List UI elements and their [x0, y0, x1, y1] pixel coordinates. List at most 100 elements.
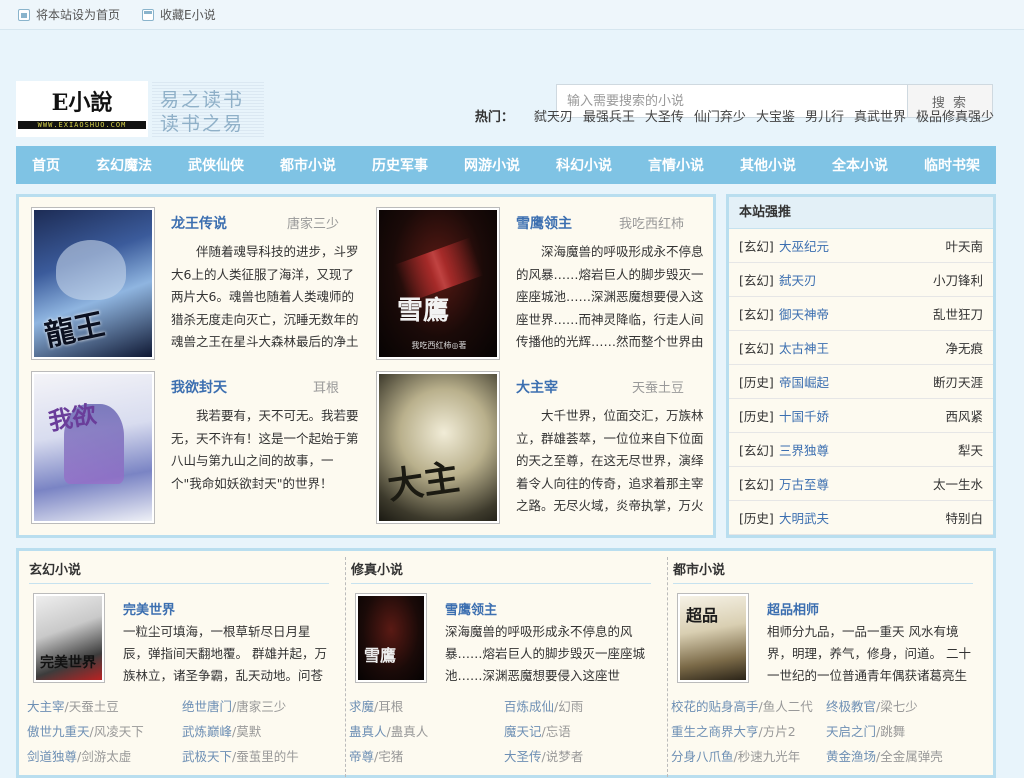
category-link-author: /幻雨 [554, 699, 584, 714]
top-bar: 将本站设为首页 收藏E小说 [0, 0, 1024, 30]
hot-item[interactable]: 弑天刃 [534, 106, 573, 125]
recommend-author: 叶天南 [945, 239, 983, 254]
recommend-category: [历史] [739, 375, 774, 390]
category-link-book[interactable]: 求魔 [349, 699, 374, 714]
site-logo[interactable]: E小說 WWW.EXIAOSHUO.COM 易之读书 读书之易 [16, 80, 264, 138]
featured-title[interactable]: 龙王传说 [171, 213, 227, 233]
category-link-author: /唐家三少 [232, 699, 287, 714]
hot-item[interactable]: 仙门弃少 [694, 106, 746, 125]
recommend-book[interactable]: 御天神帝 [779, 304, 933, 323]
category-link-author: /耳根 [374, 699, 404, 714]
recommend-book[interactable]: 太古神王 [779, 338, 945, 357]
set-home-link[interactable]: 将本站设为首页 [18, 6, 120, 23]
book-cover[interactable]: 雪鷹 我吃西红柿◎著 [376, 207, 500, 360]
category-link-author: /说梦者 [541, 749, 584, 764]
nav-other[interactable]: 其他小说 [740, 155, 796, 175]
category-link-book[interactable]: 重生之商界大亨 [671, 724, 759, 739]
nav-wangyou[interactable]: 网游小说 [464, 155, 520, 175]
category-link-book[interactable]: 傲世九重天 [27, 724, 90, 739]
nav-xuanhuan[interactable]: 玄幻魔法 [96, 155, 152, 175]
recommend-author: 西风紧 [945, 409, 983, 424]
recommend-book[interactable]: 十国千娇 [779, 406, 945, 425]
featured-title[interactable]: 我欲封天 [171, 377, 227, 397]
nav-home[interactable]: 首页 [32, 155, 60, 175]
category-link-author: /跳舞 [876, 724, 906, 739]
category-links: 大主宰/天蚕土豆 绝世唐门/唐家三少 傲世九重天/风凌天下 武炼巅峰/莫默 剑道独尊… [27, 693, 337, 768]
recommend-row: [历史] 大明武夫 特别白 [729, 501, 993, 535]
book-cover[interactable]: 大主 [376, 371, 500, 524]
nav-wuxia[interactable]: 武侠仙侠 [188, 155, 244, 175]
category-link-author: /梁七少 [876, 699, 918, 714]
category-column: 玄幻小说 完美世界 完美世界 一粒尘可填海，一根草斩尽日月星辰，弹指间天翻地覆。… [19, 551, 339, 777]
category-link-book[interactable]: 魔天记 [504, 724, 542, 739]
hot-item[interactable]: 极品修真强少 [916, 106, 994, 125]
category-link-author: /剑游太虚 [77, 749, 132, 764]
recommend-book[interactable]: 万古至尊 [779, 474, 933, 493]
category-link-book[interactable]: 天启之门 [826, 724, 876, 739]
featured-author: 我吃西红柿 [618, 217, 684, 232]
category-feature-desc: 一粒尘可填海，一根草斩尽日月星辰，弹指间天翻地覆。 群雄并起，万族林立，诸圣争霸… [123, 624, 327, 683]
recommend-book[interactable]: 大明武夫 [779, 508, 945, 527]
category-link-book[interactable]: 帝尊 [349, 749, 374, 764]
category-link-author: /宅猪 [374, 749, 404, 764]
recommend-author: 太一生水 [932, 477, 983, 492]
category-link-book[interactable]: 校花的贴身高手 [671, 699, 759, 714]
nav-dushi[interactable]: 都市小说 [280, 155, 336, 175]
category-feature-title[interactable]: 完美世界 [123, 599, 175, 618]
category-cover[interactable]: 雪鷹 [355, 593, 427, 683]
hot-item[interactable]: 大宝鉴 [756, 106, 795, 125]
featured-desc: 大千世界，位面交汇，万族林立，群雄荟萃，一位位来自下位面的天之至尊，在这无尽世界… [516, 408, 704, 513]
hot-item[interactable]: 男儿行 [805, 106, 844, 125]
category-link-book[interactable]: 分身八爪鱼 [671, 749, 734, 764]
recommend-author: 小刀锋利 [932, 273, 983, 288]
category-link-book[interactable]: 百炼成仙 [504, 699, 554, 714]
recommend-book[interactable]: 大巫纪元 [779, 236, 945, 255]
hot-item[interactable]: 大圣传 [645, 106, 684, 125]
category-cover[interactable]: 完美世界 [33, 593, 105, 683]
category-link-book[interactable]: 绝世唐门 [182, 699, 232, 714]
nav-yanqing[interactable]: 言情小说 [648, 155, 704, 175]
recommend-row: [玄幻] 太古神王 净无痕 [729, 331, 993, 365]
category-link-author: /蛊真人 [386, 724, 429, 739]
recommend-book[interactable]: 三界独尊 [779, 440, 958, 459]
category-feature-title[interactable]: 雪鹰领主 [445, 599, 497, 618]
recommend-category: [玄幻] [739, 477, 774, 492]
recommend-title: 本站强推 [729, 197, 993, 229]
recommend-book[interactable]: 弑天刃 [779, 270, 933, 289]
hot-item[interactable]: 最强兵王 [583, 106, 635, 125]
featured-panel: 龍王 龙王传说 唐家三少 伴随着魂导科技的进步，斗罗大6上的人类征服了海洋，又现… [16, 194, 716, 538]
nav-lishi[interactable]: 历史军事 [372, 155, 428, 175]
featured-desc: 我若要有，天不可无。我若要无，天不许有！这是一个起始于第八山与第九山之间的故事，… [171, 408, 359, 491]
category-title: 都市小说 [673, 559, 973, 584]
recommend-category: [玄幻] [739, 443, 774, 458]
category-link-book[interactable]: 终极教官 [826, 699, 876, 714]
recommend-row: [历史] 十国千娇 西风紧 [729, 399, 993, 433]
nav-kehuan[interactable]: 科幻小说 [556, 155, 612, 175]
bookmark-link[interactable]: 收藏E小说 [142, 6, 216, 23]
recommend-category: [玄幻] [739, 341, 774, 356]
book-cover[interactable]: 我欲 [31, 371, 155, 524]
category-link-book[interactable]: 大圣传 [504, 749, 542, 764]
category-link-book[interactable]: 大主宰 [27, 699, 65, 714]
category-link-book[interactable]: 剑道独尊 [27, 749, 77, 764]
category-link-book[interactable]: 黄金渔场 [826, 749, 876, 764]
nav-bookshelf[interactable]: 临时书架 [924, 155, 980, 175]
category-link-author: /天蚕土豆 [64, 699, 119, 714]
featured-title[interactable]: 大主宰 [516, 377, 558, 397]
category-title: 修真小说 [351, 559, 651, 584]
category-link-book[interactable]: 武炼巅峰 [182, 724, 232, 739]
category-link-book[interactable]: 蛊真人 [349, 724, 387, 739]
category-cover[interactable]: 超品 [677, 593, 749, 683]
recommend-book[interactable]: 帝国崛起 [779, 372, 933, 391]
category-link-book[interactable]: 武极天下 [182, 749, 232, 764]
book-cover[interactable]: 龍王 [31, 207, 155, 360]
category-feature-title[interactable]: 超品相师 [767, 599, 819, 618]
recommend-row: [玄幻] 弑天刃 小刀锋利 [729, 263, 993, 297]
nav-quanben[interactable]: 全本小说 [832, 155, 888, 175]
hot-item[interactable]: 真武世界 [854, 106, 906, 125]
category-link-author: /莫默 [232, 724, 262, 739]
recommend-row: [历史] 帝国崛起 断刃天涯 [729, 365, 993, 399]
featured-title[interactable]: 雪鹰领主 [516, 213, 572, 233]
category-column: 都市小说 超品 超品相师 相师分九品，一品一重天 风水有境界，明理，养气，修身，… [663, 551, 983, 777]
category-title: 玄幻小说 [29, 559, 329, 584]
